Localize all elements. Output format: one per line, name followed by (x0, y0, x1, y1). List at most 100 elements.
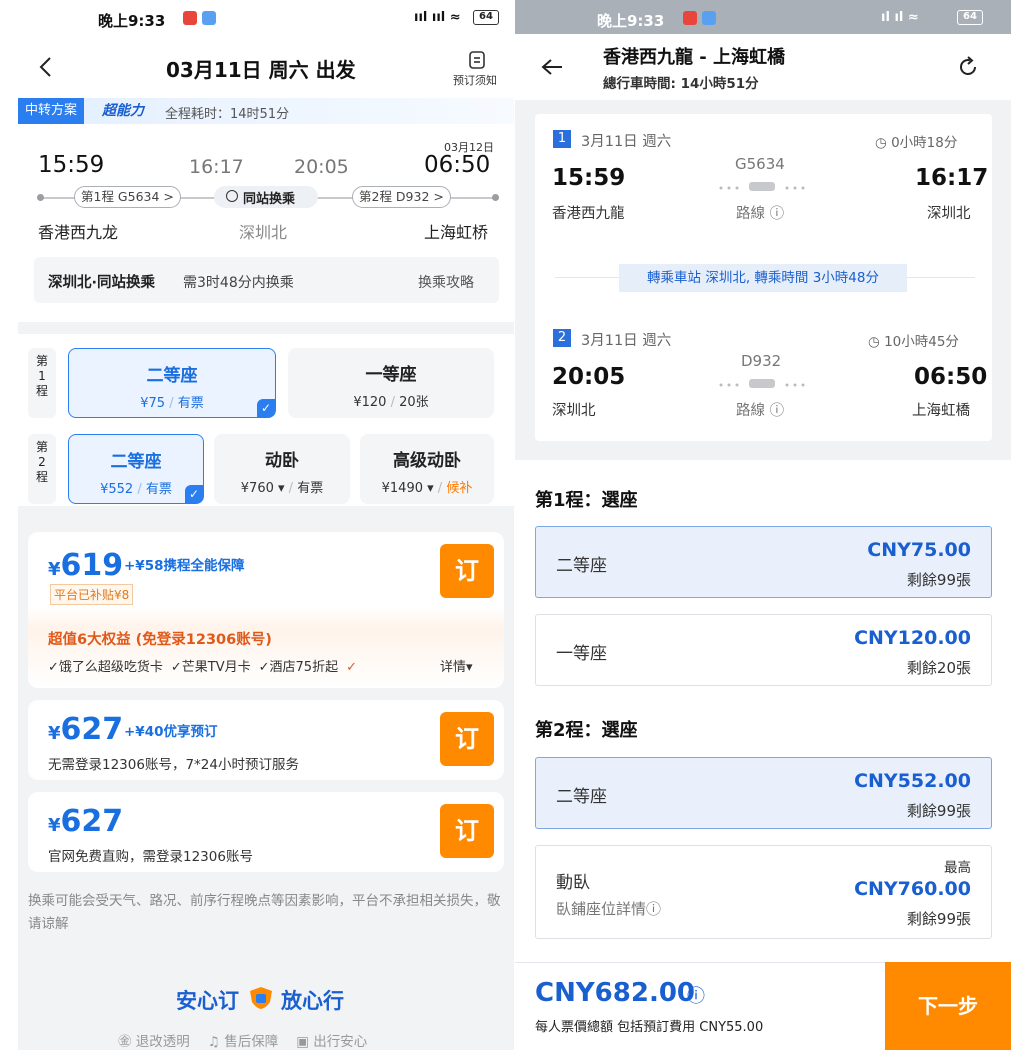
seat-name: 二等座 (110, 452, 162, 472)
right-screen: 晚上9:33 ıl ıl ≈ 64 香港西九龍 - 上海虹橋 總行車時間: 14… (515, 0, 1011, 1050)
route-subtitle: 總行車時間: 14小時51分 (603, 76, 759, 92)
back-arrow-icon[interactable] (541, 58, 563, 76)
route-link[interactable]: 路線 ⓘ (736, 202, 784, 223)
dep-station: 深圳北 (552, 403, 596, 419)
leg-number-badge: 1 (553, 130, 571, 148)
book-button-3[interactable]: 订 (440, 804, 494, 858)
book-button-2[interactable]: 订 (440, 712, 494, 766)
right-status-bar (515, 0, 1011, 34)
train-number: D932 (741, 352, 782, 370)
seat-name: 动卧 (265, 451, 299, 471)
signal-icon: ıl ıl ≈ (881, 10, 919, 25)
leg1-seat-first-class[interactable]: 一等座 CNY120.00 剩餘20張 (535, 614, 992, 686)
route-title: 香港西九龍 - 上海虹橋 (603, 47, 786, 68)
shield-logo-icon (247, 985, 275, 1011)
dep-station: 香港西九龍 (552, 206, 625, 222)
back-icon[interactable] (38, 56, 52, 78)
option-desc: 官网免费直购，需登录12306账号 (48, 849, 253, 865)
leg2-seat-second-class[interactable]: 二等座 ¥552 / 有票 ✓ (68, 434, 204, 504)
seat-price: ¥760 ▾ / 有票 (240, 481, 324, 496)
transfer-info-banner: 轉乘車站 深圳北, 轉乘時間 3小時48分 (619, 264, 907, 292)
check-icon: ✓ (185, 485, 203, 503)
slogan-right: 放心行 (281, 989, 344, 1013)
transfer-icon (226, 190, 238, 202)
to-station: 上海虹桥 (424, 223, 489, 242)
status-time: 晚上9:33 (597, 12, 665, 30)
benefits-list: ✓饿了么超级吃货卡 ✓芒果TV月卡 ✓酒店75折起 ✓ (48, 660, 357, 675)
benefits-title: 超值6大权益 (免登录12306账号) (48, 632, 272, 648)
seat-price: ¥120 / 20张 (353, 395, 429, 410)
seat-name: 高级动卧 (393, 451, 461, 471)
arr-time: 16:17 (915, 165, 989, 191)
price-info-icon[interactable]: ⓘ (687, 982, 705, 1008)
leg2-seat-sleeper[interactable]: 動臥 臥鋪座位詳情ⓘ 最高 CNY760.00 剩餘99張 (535, 845, 992, 939)
check-icon: ✓ (257, 399, 275, 417)
leg1-seat-second-class[interactable]: 二等座 CNY75.00 剩餘99張 (535, 526, 992, 598)
via-station: 深圳北 (239, 223, 288, 242)
transfer-guide-link[interactable]: 换乘攻略 (418, 272, 474, 292)
leg1-pill[interactable]: 第1程 G5634 > (74, 186, 181, 208)
seat-name: 一等座 (365, 365, 417, 385)
notification-icon-2 (702, 11, 716, 25)
leg1-seat-second-class[interactable]: 二等座 ¥75 / 有票 ✓ (68, 348, 276, 418)
battery-icon: 64 (957, 10, 983, 25)
transfer-info-title: 深圳北·同站换乘 (48, 275, 156, 291)
book-button-1[interactable]: 订 (440, 544, 494, 598)
leg1-label: 第 1 程 (28, 348, 56, 418)
seat-price: ¥1490 ▾ / 候补 (381, 481, 473, 496)
total-time: 全程耗时：14时51分 (165, 107, 290, 122)
seat-price: CNY75.00 (867, 539, 971, 561)
option-extra: +¥40优享预订 (124, 724, 218, 740)
option-price: ¥619 (48, 548, 124, 583)
leg2-seat-sleeper[interactable]: 动卧 ¥760 ▾ / 有票 (214, 434, 350, 504)
leg-duration: ◷ 10小時45分 (868, 334, 959, 350)
price-desc: 每人票價總額 包括預訂費用 CNY55.00 (535, 1020, 764, 1035)
seat-price: ¥75 / 有票 (140, 396, 204, 411)
document-icon[interactable] (469, 51, 485, 69)
seat-remaining: 剩餘99張 (906, 802, 971, 820)
booking-option-1: ¥619 +¥58携程全能保障 平台已补贴¥8 超值6大权益 (免登录12306… (28, 532, 504, 688)
details-link[interactable]: 详情▾ (440, 656, 473, 675)
notification-icon-2 (202, 11, 216, 25)
transfer-depart-time: 20:05 (294, 156, 349, 178)
leg-date: 3月11日 週六 (581, 333, 672, 349)
leg2-seat-deluxe-sleeper[interactable]: 高级动卧 ¥1490 ▾ / 候补 (360, 434, 494, 504)
route-link[interactable]: 路線 ⓘ (736, 399, 784, 420)
battery-icon: 64 (473, 10, 499, 25)
notice-link[interactable]: 预订须知 (453, 72, 497, 88)
leg1-seat-first-class[interactable]: 一等座 ¥120 / 20张 (288, 348, 494, 418)
transfer-arrive-time: 16:17 (189, 156, 244, 178)
booking-option-2: ¥627 +¥40优享预订 无需登录12306账号，7*24小时预订服务 订 (28, 700, 504, 780)
leg2-label: 第 2 程 (28, 434, 56, 504)
total-price: CNY682.00 (535, 978, 695, 1008)
max-label: 最高 (944, 860, 971, 876)
subsidy-badge: 平台已补贴¥8 (50, 584, 134, 605)
transfer-tag: 中转方案 (18, 98, 85, 124)
leg1-seat-title: 第1程：選座 (535, 490, 638, 511)
left-screen: 晚上9:33 ııl ııl ≈ 64 03月11日 周六 出发 预订须知 中转… (18, 0, 514, 1050)
dep-time: 15:59 (552, 165, 626, 191)
sleeper-details-link[interactable]: 臥鋪座位詳情ⓘ (556, 898, 661, 919)
seat-price: CNY552.00 (854, 770, 971, 792)
option-price: ¥627 (48, 712, 124, 747)
arr-station: 深圳北 (927, 206, 971, 222)
arr-time: 06:50 (914, 364, 988, 390)
option-price: ¥627 (48, 804, 124, 839)
page-title: 03月11日 周六 出发 (166, 58, 356, 82)
seat-remaining: 剩餘99張 (906, 910, 971, 928)
brand-logo: 超能力 (102, 103, 144, 119)
next-button[interactable]: 下一步 (885, 962, 1011, 1050)
leg2-seat-second-class[interactable]: 二等座 CNY552.00 剩餘99張 (535, 757, 992, 829)
start-dot (37, 194, 44, 201)
notification-icon (183, 11, 197, 25)
refresh-icon[interactable] (957, 56, 979, 78)
seat-name: 二等座 (556, 556, 607, 576)
leg2-pill[interactable]: 第2程 D932 > (352, 186, 451, 208)
seat-price: ¥552 / 有票 (100, 482, 172, 497)
arr-station: 上海虹橋 (912, 403, 970, 419)
seat-price: CNY120.00 (854, 627, 971, 649)
leg-duration: ◷ 0小時18分 (875, 135, 958, 151)
dep-time: 20:05 (552, 364, 626, 390)
slogan-left: 安心订 (176, 989, 239, 1013)
signal-icon: ııl ııl ≈ (414, 10, 461, 25)
